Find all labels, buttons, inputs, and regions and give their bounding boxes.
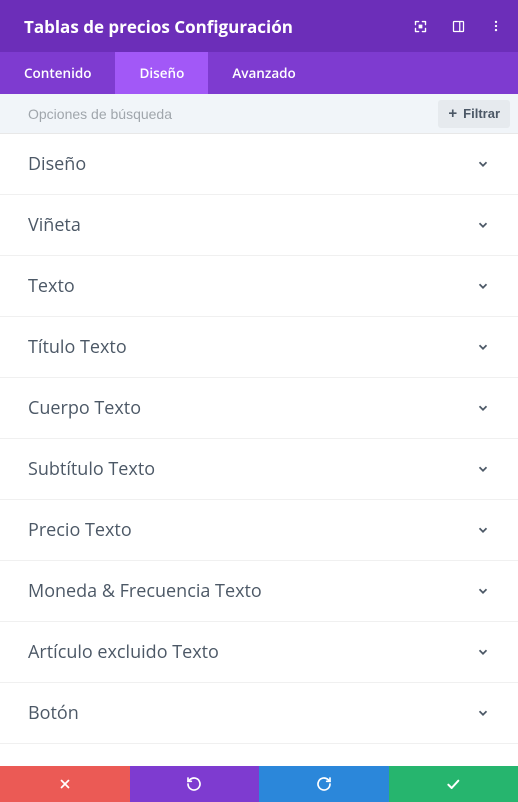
chevron-down-icon — [476, 157, 490, 171]
section-toggle[interactable]: Título Texto — [0, 317, 518, 378]
tab-advanced[interactable]: Avanzado — [208, 52, 319, 94]
footer-actions — [0, 766, 518, 802]
chevron-down-icon — [476, 218, 490, 232]
modal-title: Tablas de precios Configuración — [24, 15, 412, 38]
expand-icon[interactable] — [412, 18, 428, 34]
section-label: Diseño — [28, 152, 86, 176]
chevron-down-icon — [476, 584, 490, 598]
section-label: Moneda & Frecuencia Texto — [28, 579, 262, 603]
modal-header: Tablas de precios Configuración — [0, 0, 518, 52]
chevron-down-icon — [476, 279, 490, 293]
search-row: + Filtrar — [0, 94, 518, 134]
undo-button[interactable] — [130, 766, 260, 802]
filter-button[interactable]: + Filtrar — [438, 100, 510, 128]
chevron-down-icon — [476, 645, 490, 659]
chevron-down-icon — [476, 462, 490, 476]
chevron-down-icon — [476, 523, 490, 537]
section-toggle[interactable]: Botón — [0, 683, 518, 744]
tab-content[interactable]: Contenido — [0, 52, 115, 94]
sections-list: Diseño Viñeta Texto Título Texto Cuerpo … — [0, 134, 518, 766]
tab-design[interactable]: Diseño — [115, 52, 208, 94]
section-toggle[interactable]: Moneda & Frecuencia Texto — [0, 561, 518, 622]
section-toggle[interactable]: Precio Texto — [0, 500, 518, 561]
section-label: Texto — [28, 274, 75, 298]
section-label: Subtítulo Texto — [28, 457, 155, 481]
search-input[interactable] — [0, 94, 438, 133]
plus-icon: + — [448, 105, 457, 122]
chevron-down-icon — [476, 340, 490, 354]
section-toggle[interactable]: Texto — [0, 256, 518, 317]
chevron-down-icon — [476, 706, 490, 720]
save-button[interactable] — [389, 766, 518, 802]
redo-button[interactable] — [259, 766, 389, 802]
section-label: Precio Texto — [28, 518, 132, 542]
section-label: Artículo excluido Texto — [28, 640, 219, 664]
section-label: Título Texto — [28, 335, 127, 359]
section-toggle[interactable]: Cuerpo Texto — [0, 378, 518, 439]
more-icon[interactable] — [488, 18, 504, 34]
chevron-down-icon — [476, 401, 490, 415]
snap-icon[interactable] — [450, 18, 466, 34]
section-label: Cuerpo Texto — [28, 396, 141, 420]
tab-bar: Contenido Diseño Avanzado — [0, 52, 518, 94]
section-label: Botón — [28, 701, 79, 725]
section-toggle[interactable]: Subtítulo Texto — [0, 439, 518, 500]
filter-label: Filtrar — [463, 106, 500, 121]
section-toggle[interactable]: Artículo excluido Texto — [0, 622, 518, 683]
section-toggle[interactable]: Diseño — [0, 134, 518, 195]
section-label: Viñeta — [28, 213, 81, 237]
cancel-button[interactable] — [0, 766, 130, 802]
header-actions — [412, 18, 504, 34]
section-toggle[interactable]: Viñeta — [0, 195, 518, 256]
